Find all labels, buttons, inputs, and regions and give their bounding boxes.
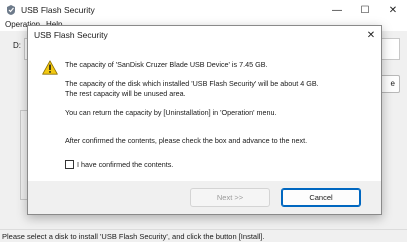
- dialog-close-button[interactable]: ✕: [361, 26, 381, 44]
- maximize-button[interactable]: ☐: [351, 0, 379, 20]
- dialog-title-bar: USB Flash Security ✕: [28, 26, 381, 44]
- capacity-message: The capacity of 'SanDisk Cruzer Blade US…: [65, 60, 268, 69]
- confirm-dialog: USB Flash Security ✕ The capacity of 'Sa…: [27, 25, 382, 215]
- confirm-checkbox[interactable]: [65, 160, 74, 169]
- confirm-checkbox-label[interactable]: I have confirmed the contents.: [77, 160, 173, 169]
- cancel-button[interactable]: Cancel: [281, 188, 361, 207]
- app-title: USB Flash Security: [21, 5, 95, 15]
- dialog-title: USB Flash Security: [34, 30, 108, 40]
- confirm-instruction: After confirmed the contents, please che…: [65, 136, 308, 145]
- title-bar: USB Flash Security — ☐ ✕: [0, 0, 407, 20]
- minimize-button[interactable]: —: [323, 0, 351, 20]
- status-text: Please select a disk to install 'USB Fla…: [2, 232, 265, 241]
- uninstall-message: You can return the capacity by [Uninstal…: [65, 108, 277, 117]
- status-bar: Please select a disk to install 'USB Fla…: [0, 229, 407, 242]
- maximize-icon: ☐: [360, 4, 370, 16]
- close-icon: ✕: [388, 4, 398, 16]
- close-icon: ✕: [366, 29, 376, 41]
- usb-shield-icon: [7, 5, 15, 15]
- warning-icon: [42, 60, 58, 75]
- drive-label: D:: [13, 41, 21, 50]
- close-button[interactable]: ✕: [379, 0, 407, 20]
- installed-capacity-message: The capacity of the disk which installed…: [65, 79, 319, 88]
- minimize-icon: —: [332, 4, 342, 16]
- unused-area-message: The rest capacity will be unused area.: [65, 89, 186, 98]
- next-button[interactable]: Next >>: [190, 188, 270, 207]
